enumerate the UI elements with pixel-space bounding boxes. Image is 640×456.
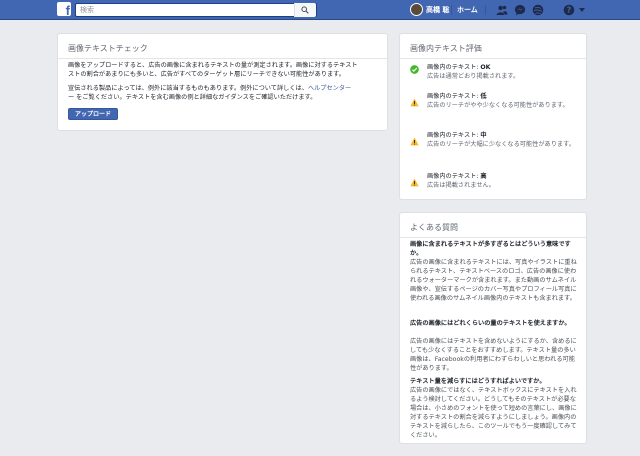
warning-icon (410, 137, 419, 146)
description-line: 画像をアップロードすると、広告の画像に含まれるテキストの量が測定されます。画像に… (68, 62, 358, 69)
rating-label: 画像内のテキスト: 低 (427, 92, 487, 101)
search-button[interactable] (294, 3, 316, 17)
help-center-link[interactable]: ヘルプセンター (308, 85, 351, 92)
faq-question: 画像に含まれるテキストが多すぎるとはどういう意味ですか。 (410, 241, 571, 257)
rating-label: 画像内のテキスト: 高 (427, 172, 487, 181)
rating-label-text: 画像内のテキスト: (427, 64, 479, 71)
rating-label: 画像内のテキスト: 中 (427, 131, 487, 140)
image-text-check-panel: 画像テキストチェック 画像をアップロードすると、広告の画像に含まれるテキストの量… (57, 33, 388, 131)
search-placeholder: 検索 (80, 6, 94, 14)
faq-question: テキスト量を減らすにはどうすればよいですか。 (410, 378, 546, 385)
warning-icon (410, 98, 419, 107)
divider (58, 58, 387, 59)
panel-title: 画像内テキスト評価 (410, 44, 482, 53)
faq-panel: よくある質問 画像に含まれるテキストが多すぎるとはどういう意味ですか。 広告の画… (399, 212, 587, 444)
divider (485, 5, 486, 15)
warning-icon (410, 178, 419, 187)
divider (451, 5, 452, 15)
faq-answer: 広告の画像に含まれるテキストには、写真やイラストに重ねられるテキスト、テキストベ… (410, 259, 577, 302)
faq-answer: 広告の画像にではなく、テキストボックスにテキストを入れるよう検討してください。ど… (410, 387, 577, 439)
profile-name-link[interactable]: 高橋 聡 (426, 5, 449, 15)
panel-title: 画像テキストチェック (68, 44, 148, 53)
messages-icon[interactable] (514, 4, 526, 16)
description-paragraph: 画像をアップロードすると、広告の画像に含まれるテキストの量が測定されます。画像に… (68, 61, 383, 79)
faq-question: 広告の画像にはどれくらいの量のテキストを使えますか。 (410, 320, 571, 327)
rating-level: OK (480, 64, 491, 71)
panel-title: よくある質問 (410, 223, 458, 232)
divider (400, 58, 586, 59)
home-link[interactable]: ホーム (457, 5, 478, 15)
divider (400, 237, 586, 238)
exception-text: 宣伝される製品によっては、例外に該当するものもあります。例外について詳しくは、 (68, 85, 308, 92)
rating-level: 低 (480, 93, 487, 100)
description-line: ストの割合があまりにも多いと、広告がすべてのターゲット層にリーチできない可能性が… (68, 71, 345, 78)
rating-level: 中 (480, 132, 487, 139)
help-icon[interactable]: ? (563, 4, 575, 16)
rating-description: 広告のリーチがやや少なくなる可能性があります。 (427, 102, 569, 109)
upload-button[interactable]: アップロード (68, 108, 118, 120)
facebook-logo[interactable]: f (57, 2, 71, 18)
facebook-logo-letter: f (65, 3, 70, 18)
rating-label-text: 画像内のテキスト: (427, 93, 479, 100)
exception-paragraph: 宣伝される製品によっては、例外に該当するものもあります。例外について詳しくは、ヘ… (68, 84, 383, 102)
notifications-icon[interactable] (532, 4, 544, 16)
text-rating-panel: 画像内テキスト評価 画像内のテキスト: OK 広告は通常どおり掲載されます。 画… (399, 33, 587, 200)
exception-line: 宣伝される製品によっては、例外に該当するものもあります。例外について詳しくは、ヘ… (68, 84, 383, 93)
account-menu-icon[interactable] (579, 8, 585, 12)
svg-text:?: ? (567, 6, 572, 15)
faq-answer: 広告の画像にはテキストを含めないようにするか、含めるにしても少なくすることをおす… (410, 338, 577, 372)
rating-label-text: 画像内のテキスト: (427, 173, 479, 180)
rating-description: 広告のリーチが大幅に少なくなる可能性があります。 (427, 141, 575, 148)
check-icon (410, 65, 419, 74)
top-navigation-bar: f 検索 高橋 聡 ホーム ? (0, 0, 640, 20)
rating-description: 広告は掲載されません。 (427, 182, 495, 189)
rating-label-text: 画像内のテキスト: (427, 132, 479, 139)
friend-requests-icon[interactable] (496, 4, 508, 16)
exception-line: ー をご覧ください。テキストを含む画像の例と詳細なガイダンスをご確認いただけます… (68, 94, 317, 101)
rating-description: 広告は通常どおり掲載されます。 (427, 73, 520, 80)
search-icon (301, 6, 309, 14)
rating-level: 高 (480, 173, 487, 180)
search-input[interactable]: 検索 (75, 3, 317, 17)
avatar[interactable] (410, 3, 423, 16)
rating-label: 画像内のテキスト: OK (427, 63, 490, 72)
